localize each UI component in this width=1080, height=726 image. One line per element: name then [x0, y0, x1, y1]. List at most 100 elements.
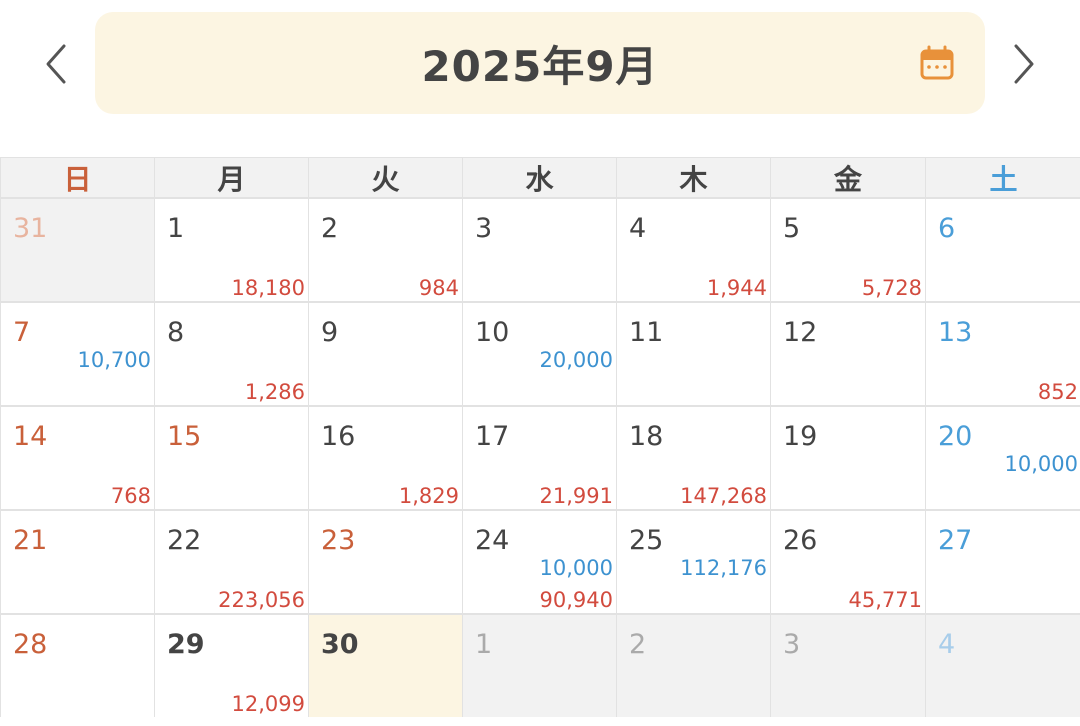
day-number: 11 — [629, 317, 664, 348]
calendar-day[interactable]: 2 984 — [309, 199, 462, 301]
calendar-day[interactable]: 4 — [926, 615, 1080, 717]
day-number: 10 — [475, 317, 510, 348]
calendar-day[interactable]: 17 21,991 — [463, 407, 616, 509]
income-amount: 10,700 — [77, 348, 151, 372]
calendar-day[interactable]: 3 — [771, 615, 925, 717]
income-amount: 112,176 — [680, 556, 767, 580]
chevron-right-icon — [1014, 44, 1034, 84]
day-number: 17 — [475, 421, 510, 452]
expense-amount: 5,728 — [861, 276, 922, 300]
day-number: 22 — [167, 525, 202, 556]
calendar-day[interactable]: 1 — [463, 615, 616, 717]
calendar-day[interactable]: 6 — [926, 199, 1080, 301]
weekday-header: 金 — [771, 158, 925, 197]
day-number: 2 — [629, 629, 647, 660]
calendar-day[interactable]: 29 12,099 — [155, 615, 308, 717]
calendar-day[interactable]: 26 45,771 — [771, 511, 925, 613]
day-number: 7 — [13, 317, 31, 348]
day-number: 6 — [938, 213, 956, 244]
calendar-icon[interactable] — [919, 45, 955, 81]
calendar-day[interactable]: 18 147,268 — [617, 407, 770, 509]
expense-amount: 1,944 — [706, 276, 767, 300]
day-number: 4 — [938, 629, 956, 660]
calendar-day[interactable]: 21 — [1, 511, 154, 613]
calendar-day[interactable]: 9 — [309, 303, 462, 405]
expense-amount: 147,268 — [680, 484, 767, 508]
calendar-day[interactable]: 10 20,000 — [463, 303, 616, 405]
calendar-day[interactable]: 2 — [617, 615, 770, 717]
calendar-day[interactable]: 4 1,944 — [617, 199, 770, 301]
calendar-day[interactable]: 3 — [463, 199, 616, 301]
calendar-day[interactable]: 15 — [155, 407, 308, 509]
day-number: 21 — [13, 525, 48, 556]
calendar-day-today[interactable]: 30 — [309, 615, 462, 717]
income-amount: 20,000 — [539, 348, 613, 372]
weekday-header: 月 — [155, 158, 308, 197]
expense-amount: 984 — [418, 276, 459, 300]
calendar-day[interactable]: 11 — [617, 303, 770, 405]
month-selector[interactable]: 2025年9月 — [95, 12, 985, 114]
expense-amount: 1,286 — [244, 380, 305, 404]
day-number: 2 — [321, 213, 339, 244]
day-number: 25 — [629, 525, 664, 556]
weekday-header: 木 — [617, 158, 770, 197]
expense-amount: 768 — [110, 484, 151, 508]
calendar-day[interactable]: 19 — [771, 407, 925, 509]
expense-amount: 852 — [1037, 380, 1078, 404]
weekday-header: 日 — [1, 158, 154, 197]
day-number: 24 — [475, 525, 510, 556]
calendar-day[interactable]: 23 — [309, 511, 462, 613]
day-number: 12 — [783, 317, 818, 348]
day-number: 30 — [321, 629, 359, 660]
expense-amount: 223,056 — [218, 588, 305, 612]
day-number: 18 — [629, 421, 664, 452]
next-month-button[interactable] — [996, 36, 1052, 92]
calendar-day[interactable]: 13 852 — [926, 303, 1080, 405]
calendar-day[interactable]: 25 112,176 — [617, 511, 770, 613]
calendar-day[interactable]: 31 — [1, 199, 154, 301]
weekday-header: 水 — [463, 158, 616, 197]
calendar-day[interactable]: 28 — [1, 615, 154, 717]
month-title: 2025年9月 — [421, 41, 659, 91]
chevron-left-icon — [46, 44, 66, 84]
calendar-day[interactable]: 7 10,700 — [1, 303, 154, 405]
day-number: 29 — [167, 629, 205, 660]
day-number: 15 — [167, 421, 202, 452]
income-amount: 10,000 — [539, 556, 613, 580]
day-number: 20 — [938, 421, 973, 452]
income-amount: 10,000 — [1004, 452, 1078, 476]
weekday-header: 火 — [309, 158, 462, 197]
day-number: 9 — [321, 317, 339, 348]
day-number: 26 — [783, 525, 818, 556]
day-number: 3 — [475, 213, 493, 244]
day-number: 8 — [167, 317, 185, 348]
calendar-day[interactable]: 1 18,180 — [155, 199, 308, 301]
day-number: 5 — [783, 213, 801, 244]
calendar-day[interactable]: 20 10,000 — [926, 407, 1080, 509]
day-number: 1 — [475, 629, 493, 660]
day-number: 16 — [321, 421, 356, 452]
calendar-grid: 日 月 火 水 木 金 土 31 1 18,180 2 984 3 4 1,944 5 5,728… — [0, 157, 1080, 717]
day-number: 23 — [321, 525, 356, 556]
day-number: 14 — [13, 421, 48, 452]
day-number: 27 — [938, 525, 973, 556]
calendar-page: 2025年9月 日 月 火 水 木 金 土 31 1 18,180 2 984 3 4 1,9… — [0, 0, 1080, 726]
calendar-day[interactable]: 22 223,056 — [155, 511, 308, 613]
calendar-day[interactable]: 24 10,000 90,940 — [463, 511, 616, 613]
day-number: 13 — [938, 317, 973, 348]
day-number: 31 — [13, 213, 48, 244]
calendar-day[interactable]: 8 1,286 — [155, 303, 308, 405]
calendar-day[interactable]: 16 1,829 — [309, 407, 462, 509]
day-number: 3 — [783, 629, 801, 660]
day-number: 19 — [783, 421, 818, 452]
weekday-header: 土 — [926, 158, 1080, 197]
expense-amount: 18,180 — [231, 276, 305, 300]
calendar-day[interactable]: 12 — [771, 303, 925, 405]
prev-month-button[interactable] — [28, 36, 84, 92]
expense-amount: 45,771 — [848, 588, 922, 612]
calendar-day[interactable]: 5 5,728 — [771, 199, 925, 301]
calendar-day[interactable]: 14 768 — [1, 407, 154, 509]
expense-amount: 90,940 — [539, 588, 613, 612]
calendar-day[interactable]: 27 — [926, 511, 1080, 613]
expense-amount: 1,829 — [398, 484, 459, 508]
